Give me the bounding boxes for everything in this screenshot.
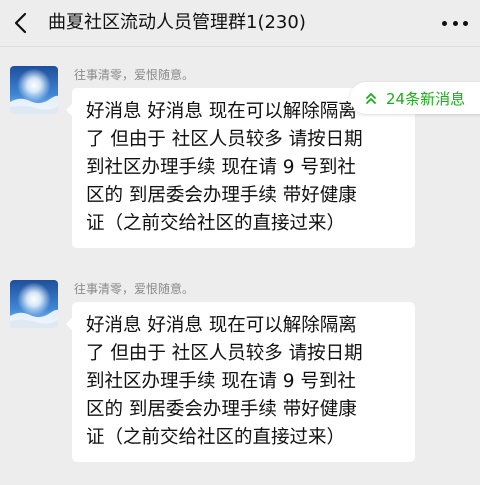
- avatar[interactable]: [10, 280, 58, 328]
- message-text-line: 证（之前交给社区的直接过来）: [86, 213, 346, 234]
- sky-avatar-image: [10, 66, 58, 114]
- new-messages-label: 24条新消息: [386, 89, 466, 108]
- message-text-line: 了 但由于 社区人员较多 请按日期: [86, 129, 363, 150]
- avatar[interactable]: [10, 66, 58, 114]
- more-dot: [463, 20, 468, 26]
- more-dots-icon: [442, 20, 447, 26]
- back-button[interactable]: [10, 10, 34, 36]
- double-chevron-up-icon: [366, 93, 376, 104]
- message-text-line: 区的 到居委会办理手续 带好健康: [86, 399, 357, 420]
- chat-title: 曲夏社区流动人员管理群1(230): [48, 12, 306, 33]
- sky-avatar-image: [10, 280, 58, 328]
- message-text-line: 好消息 好消息 现在可以解除隔离: [86, 315, 357, 336]
- message-text-line: 区的 到居委会办理手续 带好健康: [86, 185, 357, 206]
- sender-name: 往事清零，爱恨随意。: [74, 68, 195, 82]
- message-text-line: 了 但由于 社区人员较多 请按日期: [86, 343, 363, 364]
- chevron-left-icon: [14, 12, 27, 34]
- chat-header: 曲夏社区流动人员管理群1(230): [0, 0, 480, 47]
- message-text-line: 到社区办理手续 现在请 9 号到社: [86, 157, 356, 178]
- more-options-button[interactable]: [440, 10, 470, 36]
- message-text-line: 证（之前交给社区的直接过来）: [86, 427, 346, 448]
- chat-screen: 曲夏社区流动人员管理群1(230) 24条新消息 往事清零，爱恨随意。 好消息 …: [0, 0, 480, 485]
- more-dot: [452, 20, 458, 26]
- message-bubble[interactable]: 好消息 好消息 现在可以解除隔离 了 但由于 社区人员较多 请按日期 到社区办理…: [66, 302, 415, 462]
- sender-name: 往事清零，爱恨随意。: [74, 282, 195, 296]
- new-messages-button[interactable]: 24条新消息: [350, 82, 480, 114]
- message-text-line: 到社区办理手续 现在请 9 号到社: [86, 371, 356, 392]
